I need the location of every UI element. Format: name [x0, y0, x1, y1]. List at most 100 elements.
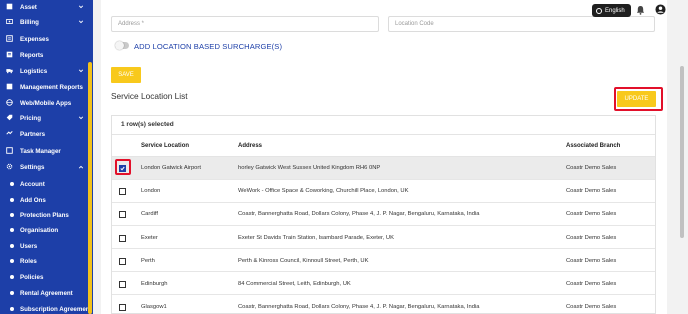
address-placeholder: Address *	[118, 21, 145, 27]
cell-branch: Coastr Demo Sales	[566, 235, 617, 241]
bullet-icon	[10, 307, 14, 311]
cell-branch: Coastr Demo Sales	[566, 188, 617, 194]
sidebar-item-label: Reports	[20, 51, 44, 59]
chevron-down-icon	[78, 69, 84, 73]
row-checkbox[interactable]	[119, 235, 126, 242]
sidebar-item-management-reports[interactable]: Management Reports	[0, 80, 93, 94]
cell-address: Coastr, Bannerghatta Road, Dollars Colon…	[238, 304, 480, 310]
sidebar-subitem-rental-agreement[interactable]: Rental Agreement	[0, 286, 93, 300]
gear-icon	[6, 163, 13, 170]
sidebar-subitem-account[interactable]: Account	[0, 177, 93, 191]
sidebar-item-label: Subscription Agreement	[20, 305, 92, 313]
sidebar-item-label: Users	[20, 242, 38, 250]
page-scrollbar[interactable]	[680, 66, 684, 238]
chevron-down-icon	[78, 116, 84, 120]
sidebar-item-label: Asset	[20, 3, 37, 11]
sidebar-item-label: Organisation	[20, 226, 59, 234]
bullet-icon	[10, 275, 14, 279]
sidebar-item-task-manager[interactable]: Task Manager	[0, 144, 93, 158]
partners-icon	[6, 130, 13, 137]
user-avatar-icon[interactable]	[655, 4, 666, 15]
language-button[interactable]: English	[592, 4, 631, 17]
cell-address: Coastr, Bannerghatta Road, Dollars Colon…	[238, 211, 480, 217]
cell-address: Exeter St Davids Train Station, Isambard…	[238, 235, 394, 241]
task-manager-icon	[6, 147, 13, 154]
cell-service-location: Exeter	[141, 235, 158, 241]
row-checkbox[interactable]	[119, 188, 126, 195]
bullet-icon	[10, 213, 14, 217]
sidebar-subitem-roles[interactable]: Roles	[0, 254, 93, 268]
reports-icon	[6, 51, 13, 58]
location-code-field[interactable]: Location Code	[388, 16, 655, 32]
row-checkbox[interactable]	[119, 258, 126, 265]
sidebar-subitem-subscription-agreement[interactable]: Subscription Agreement	[0, 302, 93, 314]
cell-service-location: Cardiff	[141, 211, 158, 217]
column-header-address[interactable]: Address	[238, 143, 262, 149]
sidebar-subitem-add-ons[interactable]: Add Ons	[0, 193, 93, 207]
update-button-highlight	[614, 87, 663, 111]
cell-branch: Coastr Demo Sales	[566, 281, 617, 287]
row-checkbox[interactable]	[119, 211, 126, 218]
cell-branch: Coastr Demo Sales	[566, 258, 617, 264]
sidebar-item-web-mobile-apps[interactable]: Web/Mobile Apps	[0, 96, 93, 110]
language-icon	[596, 7, 602, 14]
sidebar-item-label: Pricing	[20, 114, 41, 122]
cell-service-location: London	[141, 188, 161, 194]
column-header-service-location[interactable]: Service Location	[141, 143, 189, 149]
bell-icon[interactable]	[636, 5, 645, 15]
row-checkbox[interactable]	[119, 304, 126, 311]
sidebar-item-label: Logistics	[20, 67, 48, 75]
bullet-icon	[10, 259, 14, 263]
surcharge-toggle[interactable]	[115, 41, 129, 50]
sidebar-item-pricing[interactable]: Pricing	[0, 111, 93, 125]
cell-address: Perth & Kinross Council, Kinnoull Street…	[238, 258, 369, 264]
sidebar-item-label: Billing	[20, 18, 39, 26]
toggle-knob	[115, 41, 124, 50]
column-header-associated-branch[interactable]: Associated Branch	[566, 143, 620, 149]
sidebar-item-asset[interactable]: Asset	[0, 0, 93, 14]
cell-service-location: Edinburgh	[141, 281, 168, 287]
pricing-icon	[6, 114, 13, 121]
sidebar-item-label: Management Reports	[20, 83, 83, 91]
bullet-icon	[10, 291, 14, 295]
selection-count: 1 row(s) selected	[121, 121, 174, 128]
sidebar-item-settings[interactable]: Settings	[0, 160, 93, 174]
sidebar-scrollbar[interactable]	[88, 62, 92, 314]
sidebar-item-label: Policies	[20, 273, 44, 281]
sidebar-item-label: Partners	[20, 130, 46, 138]
surcharge-toggle-label: ADD LOCATION BASED SURCHARGE(S)	[134, 42, 283, 51]
sidebar-item-reports[interactable]: Reports	[0, 48, 93, 62]
cell-branch: Coastr Demo Sales	[566, 165, 617, 171]
save-button[interactable]: SAVE	[111, 67, 141, 83]
bullet-icon	[10, 228, 14, 232]
sidebar-item-label: Add Ons	[20, 196, 46, 204]
sidebar-item-label: Settings	[20, 163, 45, 171]
address-field[interactable]: Address *	[111, 16, 379, 32]
logistics-icon	[6, 67, 13, 74]
sidebar-item-partners[interactable]: Partners	[0, 127, 93, 141]
sidebar-subitem-protection-plans[interactable]: Protection Plans	[0, 208, 93, 222]
billing-icon	[6, 18, 13, 25]
sidebar-subitem-users[interactable]: Users	[0, 239, 93, 253]
bullet-icon	[10, 244, 14, 248]
cell-branch: Coastr Demo Sales	[566, 211, 617, 217]
cell-address: WeWork - Office Space & Coworking, Churc…	[238, 188, 409, 194]
sidebar-subitem-policies[interactable]: Policies	[0, 270, 93, 284]
sidebar: Asset Billing Expenses Reports Logistics…	[0, 0, 93, 314]
cell-service-location: Glasgow1	[141, 304, 167, 310]
sidebar-item-expenses[interactable]: Expenses	[0, 32, 93, 46]
sidebar-item-label: Roles	[20, 257, 37, 265]
row-checkbox[interactable]	[119, 281, 126, 288]
sidebar-item-logistics[interactable]: Logistics	[0, 64, 93, 78]
bullet-icon	[10, 182, 14, 186]
sidebar-item-billing[interactable]: Billing	[0, 15, 93, 29]
chevron-down-icon	[78, 20, 84, 24]
asset-icon	[6, 3, 13, 10]
location-code-placeholder: Location Code	[395, 21, 434, 27]
cell-service-location: London Gatwick Airport	[141, 165, 201, 171]
sidebar-item-label: Task Manager	[20, 147, 61, 155]
cell-branch: Coastr Demo Sales	[566, 304, 617, 310]
checkbox-highlight	[115, 159, 131, 175]
sidebar-subitem-organisation[interactable]: Organisation	[0, 223, 93, 237]
chevron-down-icon	[78, 5, 84, 9]
